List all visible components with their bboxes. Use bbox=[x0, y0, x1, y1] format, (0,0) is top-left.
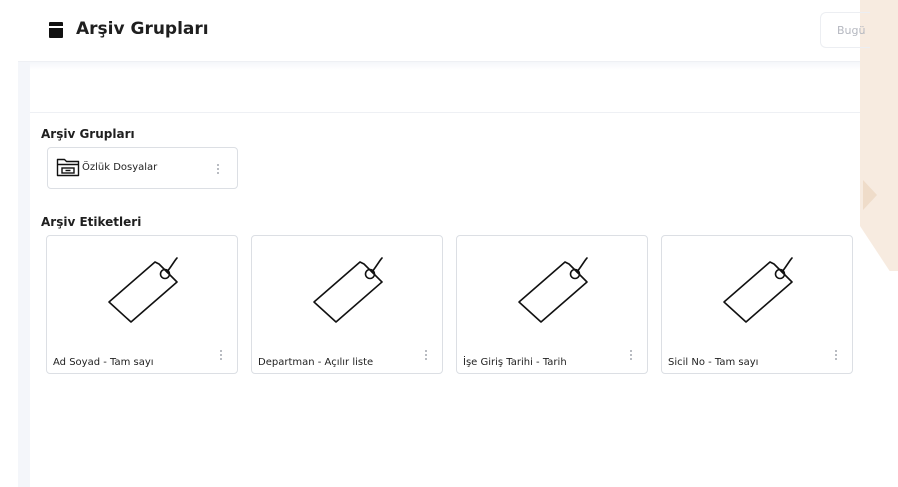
decorative-arrow bbox=[863, 180, 877, 210]
group-more-icon[interactable] bbox=[215, 164, 221, 178]
archive-groups-heading: Arşiv Grupları bbox=[41, 127, 135, 141]
tag-more-icon[interactable] bbox=[628, 350, 634, 364]
group-card-ozluk[interactable]: Özlük Dosyalar bbox=[47, 147, 238, 189]
tag-icon bbox=[723, 257, 793, 323]
tag-icon bbox=[108, 257, 178, 323]
left-gutter bbox=[18, 62, 30, 487]
tag-label: Ad Soyad - Tam sayı bbox=[53, 357, 154, 368]
tag-icon bbox=[518, 257, 588, 323]
tag-icon bbox=[313, 257, 383, 323]
today-button[interactable]: Bugü bbox=[820, 12, 870, 48]
archive-tags-heading: Arşiv Etiketleri bbox=[41, 215, 142, 229]
tag-more-icon[interactable] bbox=[423, 350, 429, 364]
archive-book-icon bbox=[49, 22, 63, 38]
tag-label: İşe Giriş Tarihi - Tarih bbox=[463, 357, 567, 368]
folder-archive-icon bbox=[56, 158, 80, 177]
group-label: Özlük Dosyalar bbox=[82, 162, 158, 173]
tag-card-departman[interactable]: Departman - Açılır liste bbox=[251, 235, 443, 374]
decorative-background bbox=[860, 0, 898, 487]
tag-label: Departman - Açılır liste bbox=[258, 357, 374, 368]
tag-card-ad-soyad[interactable]: Ad Soyad - Tam sayı bbox=[46, 235, 238, 374]
toolbar-shade bbox=[30, 62, 860, 70]
tag-card-sicil-no[interactable]: Sicil No - Tam sayı bbox=[661, 235, 853, 374]
tag-label: Sicil No - Tam sayı bbox=[668, 357, 759, 368]
tag-card-ise-giris-tarihi[interactable]: İşe Giriş Tarihi - Tarih bbox=[456, 235, 648, 374]
page-header: Arşiv Grupları Bugü bbox=[18, 0, 870, 62]
page-title: Arşiv Grupları bbox=[76, 19, 209, 39]
tag-more-icon[interactable] bbox=[833, 350, 839, 364]
tag-more-icon[interactable] bbox=[218, 350, 224, 364]
